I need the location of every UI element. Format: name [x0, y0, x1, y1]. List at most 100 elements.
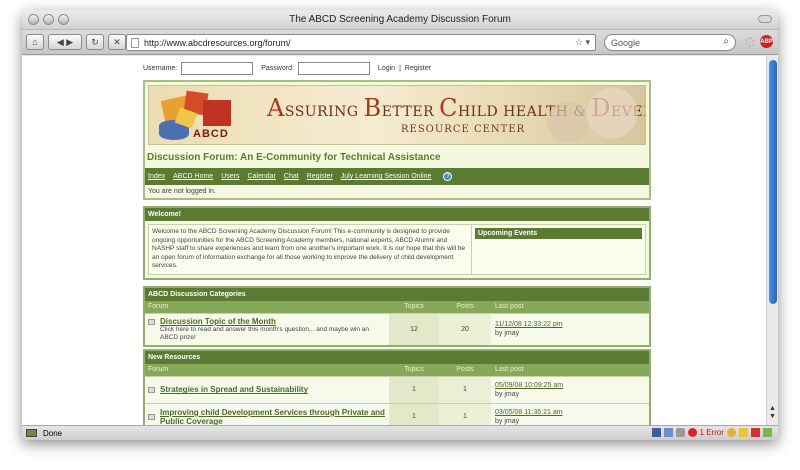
error-count[interactable]: 1 Error: [700, 428, 724, 437]
nav-calendar[interactable]: Calendar: [247, 173, 275, 180]
nav-abcd-home[interactable]: ABCD Home: [173, 173, 213, 180]
abcd-logo: ABCD: [155, 90, 239, 142]
posts-count: 1: [439, 376, 491, 403]
last-post-author: by jmay: [495, 390, 520, 398]
scrollbar-thumb[interactable]: [769, 60, 777, 304]
col-topics: Topics: [404, 303, 424, 311]
last-post: 03/05/08 11:36:21 am by jmay: [491, 404, 649, 425]
categories-column-headers: Forum Topics Posts Last post: [145, 300, 649, 313]
forum-header: ABCD ASSURING BETTER CHILD HEALTH & DEVE…: [143, 80, 651, 200]
vertical-scrollbar[interactable]: ▲ ▼: [766, 56, 778, 425]
forum-cell: Discussion Topic of the Month Click here…: [145, 314, 389, 345]
folder-icon: [148, 386, 155, 393]
categories-section: ABCD Discussion Categories Forum Topics …: [143, 285, 651, 347]
nav-register[interactable]: Register: [307, 173, 333, 180]
resources-column-headers: Forum Topics Posts Last post: [145, 363, 649, 376]
banner-title-line2: RESOURCE CENTER: [401, 124, 526, 135]
banner-cap-b: B: [363, 94, 382, 122]
back-forward-button[interactable]: ◀ ▶: [48, 34, 82, 50]
banner-cap-a: A: [267, 94, 285, 122]
banner-photo: [535, 86, 645, 144]
browser-window: The ABCD Screening Academy Discussion Fo…: [22, 10, 778, 440]
last-post-link[interactable]: 11/12/08 12:33:22 pm: [495, 320, 563, 329]
adblock-icon[interactable]: ABP: [760, 35, 773, 48]
last-post-link[interactable]: 03/05/08 11:36:21 am: [495, 408, 563, 417]
forward-icon: ▶: [66, 36, 74, 47]
title-bar: The ABCD Screening Academy Discussion Fo…: [22, 10, 778, 30]
col-forum: Forum: [148, 303, 169, 311]
toolbar-toggle-button[interactable]: [758, 15, 772, 23]
addon-icon[interactable]: [751, 428, 760, 437]
resources-section: New Resources Forum Topics Posts Last po…: [143, 348, 651, 425]
forum-title-link[interactable]: Improving child Development Services thr…: [160, 408, 386, 425]
nav-july-learning-session[interactable]: July Learning Session Online: [341, 173, 432, 180]
topics-count: 12: [389, 313, 439, 345]
address-bar[interactable]: http://www.abcdresources.org/forum/ ☆ ▾: [126, 34, 596, 51]
banner-word-better: ETTER: [381, 104, 440, 120]
forum-title-link[interactable]: Discussion Topic of the Month: [160, 317, 386, 326]
home-button[interactable]: ⌂: [26, 34, 44, 50]
banner-cap-c: C: [439, 94, 458, 122]
forum-container: Username: Password: Login | Register ABC…: [143, 56, 651, 425]
register-link[interactable]: Register: [405, 65, 431, 72]
nav-index[interactable]: Index: [148, 173, 165, 180]
smiley-icon[interactable]: [727, 428, 736, 437]
col-topics: Topics: [404, 366, 424, 374]
welcome-body: Welcome to the ABCD Screening Academy Di…: [145, 221, 649, 278]
login-link[interactable]: Login: [378, 65, 395, 72]
forum-title-link[interactable]: Strategies in Spread and Sustainability: [160, 385, 308, 394]
nav-chat[interactable]: Chat: [284, 173, 299, 180]
posts-count: 1: [439, 403, 491, 425]
reload-button[interactable]: ↻: [86, 34, 104, 50]
mail-icon[interactable]: [675, 428, 685, 437]
forum-row: Improving child Development Services thr…: [145, 402, 649, 425]
folder-icon: [148, 413, 155, 420]
addon-icon[interactable]: [763, 428, 772, 437]
password-input[interactable]: [297, 61, 370, 75]
warning-icon[interactable]: [739, 428, 748, 437]
categories-heading: ABCD Discussion Categories: [145, 287, 649, 301]
col-forum: Forum: [148, 366, 169, 374]
reload-icon: ↻: [91, 36, 99, 47]
username-input[interactable]: [181, 61, 254, 75]
nav-users[interactable]: Users: [221, 173, 239, 180]
posts-count: 20: [439, 313, 491, 345]
upcoming-events-panel: Upcoming Events: [472, 224, 646, 275]
folder-icon: [148, 318, 155, 325]
col-last-post: Last post: [495, 366, 524, 374]
welcome-section: Welcome! Welcome to the ABCD Screening A…: [143, 206, 651, 280]
home-icon: ⌂: [32, 37, 38, 47]
password-label: Password:: [261, 64, 294, 72]
resources-heading: New Resources: [145, 350, 649, 364]
banner-word-assuring: SSURING: [284, 104, 364, 120]
forum-description: Click here to read and answer this month…: [160, 325, 369, 341]
search-engine-label: Google: [611, 37, 641, 48]
address-text: http://www.abcdresources.org/forum/: [144, 37, 291, 48]
welcome-heading: Welcome!: [145, 208, 649, 221]
search-icon[interactable]: ⌕: [723, 36, 729, 47]
forum-cell: Improving child Development Services thr…: [145, 404, 389, 425]
loading-spinner-icon: [745, 36, 755, 47]
logo-text: ABCD: [193, 128, 229, 140]
abcd-banner: ABCD ASSURING BETTER CHILD HEALTH & DEVE…: [148, 85, 646, 145]
status-addons: 1 Error: [651, 428, 772, 437]
upcoming-events-heading: Upcoming Events: [475, 228, 642, 239]
status-bar: Done 1 Error: [22, 425, 778, 440]
browser-toolbar: ⌂ ◀ ▶ ↻ ✕ http://www.abcdresources.org/f…: [22, 30, 778, 55]
error-icon[interactable]: [687, 428, 697, 437]
addon-icon[interactable]: [651, 428, 661, 437]
addon-icon[interactable]: [663, 428, 673, 437]
search-field[interactable]: Google ⌕: [604, 34, 736, 51]
help-icon[interactable]: ?: [443, 172, 453, 181]
status-text: Done: [43, 428, 63, 438]
scroll-arrows-icon[interactable]: ▲ ▼: [769, 405, 776, 421]
last-post-link[interactable]: 05/09/08 10:09:25 am: [495, 381, 563, 390]
stop-button[interactable]: ✕: [108, 34, 126, 50]
forum-row: Discussion Topic of the Month Click here…: [145, 312, 649, 345]
last-post-author: by jmay: [495, 417, 520, 425]
last-post: 11/12/08 12:33:22 pm by jmay: [491, 314, 649, 345]
forum-nav: Index ABCD Home Users Calendar Chat Regi…: [145, 168, 649, 185]
page-content: Username: Password: Login | Register ABC…: [22, 56, 766, 425]
last-post: 05/09/08 10:09:25 am by jmay: [491, 377, 649, 403]
bookmark-star-icon[interactable]: ☆ ▾: [575, 37, 590, 48]
